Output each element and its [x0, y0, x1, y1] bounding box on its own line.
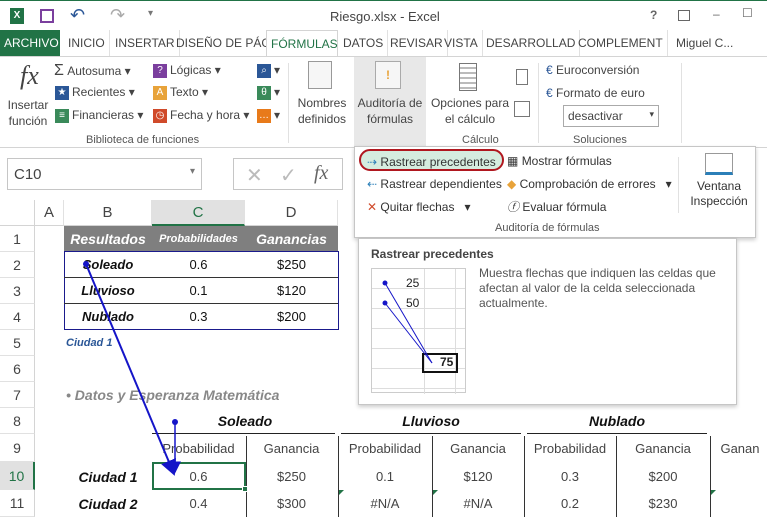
show-formulas-label: Mostrar fórmulas — [521, 154, 612, 168]
trace-precedents-icon: ⇢ — [367, 155, 378, 169]
trace-dependents-label: Rastrear dependientes — [380, 177, 502, 191]
trace-dependents-item[interactable]: ⇠ Rastrear dependientes — [363, 173, 506, 195]
evaluate-formula-item[interactable]: ⓕ Evaluar fórmula — [503, 196, 610, 218]
watch-window-label: Ventana Inspección — [690, 179, 748, 208]
tooltip-title: Rastrear precedentes — [371, 247, 494, 261]
precedent-arrow — [85, 263, 176, 476]
warning-icon: ◆ — [507, 177, 517, 191]
trace-dependents-icon: ⇠ — [367, 177, 378, 191]
evaluate-fx-icon: ⓕ — [507, 200, 520, 214]
tooltip: Rastrear precedentes 25 50 75 Muestra fl… — [358, 238, 737, 405]
trace-precedents-label: Rastrear precedentes — [380, 155, 496, 169]
watch-window-button[interactable]: Ventana Inspección — [685, 153, 753, 209]
trace-precedents-item[interactable]: ⇢ Rastrear precedentes — [359, 149, 504, 171]
auditing-group-label: Auditoría de fórmulas — [495, 222, 600, 234]
remove-arrows-icon: ✕ — [367, 200, 378, 214]
tooltip-illustration: 25 50 75 — [371, 268, 466, 394]
show-formulas-icon: ▦ — [507, 154, 519, 168]
remove-arrows-label: Quitar flechas — [380, 200, 455, 214]
show-formulas-item[interactable]: ▦ Mostrar fórmulas — [503, 150, 616, 172]
auditing-dropdown: ⇢ Rastrear precedentes ⇠ Rastrear depend… — [354, 146, 756, 238]
tooltip-description: Muestra flechas que indiquen las celdas … — [479, 266, 716, 310]
glasses-icon — [705, 153, 733, 175]
error-checking-label: Comprobación de errores — [519, 177, 656, 191]
evaluate-label: Evaluar fórmula — [522, 200, 607, 214]
remove-arrows-item[interactable]: ✕ Quitar flechas ▾ — [363, 196, 474, 218]
error-checking-item[interactable]: ◆ Comprobación de errores ▾ — [503, 173, 676, 195]
